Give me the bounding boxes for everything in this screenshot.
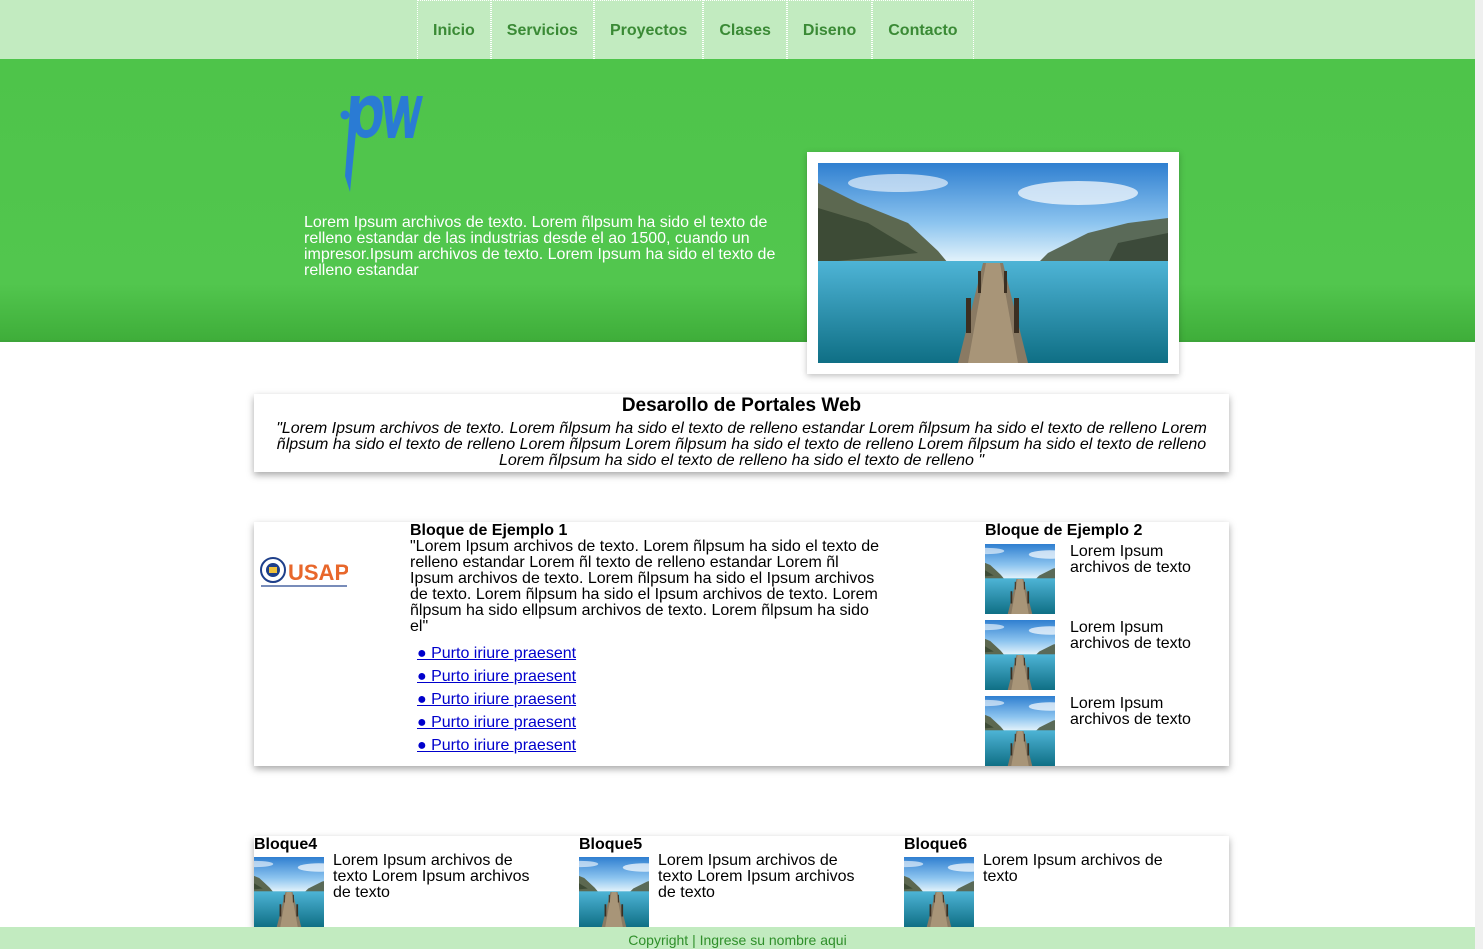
hero-text: Lorem Ipsum archivos de texto. Lorem ñlp… <box>304 214 776 279</box>
list-item: ● Purto iriure praesent <box>417 668 880 691</box>
block-4: Bloque4 Lorem Ipsum archivos de texto Lo… <box>254 836 579 927</box>
nav-item-contacto[interactable]: Contacto <box>872 0 974 61</box>
thumbnail-image <box>254 857 324 927</box>
thumbnail-text: Lorem Ipsum archivos de texto <box>1070 695 1191 728</box>
block-2-title: Bloque de Ejemplo 2 <box>985 522 1143 539</box>
thumbnail-image <box>904 857 974 927</box>
thumbnail-image <box>579 857 649 927</box>
page: Inicio Servicios Proyectos Clases Diseno… <box>0 0 1483 949</box>
intro-text: "Lorem Ipsum archivos de texto. Lorem ñl… <box>276 420 1207 469</box>
list-link[interactable]: ● Purto iriure praesent <box>417 691 576 708</box>
list-item: ● Purto iriure praesent <box>417 691 880 714</box>
nav-item-inicio[interactable]: Inicio <box>417 0 491 61</box>
intro-section: Desarollo de Portales Web "Lorem Ipsum a… <box>254 394 1229 472</box>
example-blocks: USAP Bloque de Ejemplo 1 "Lorem Ipsum ar… <box>254 522 1229 766</box>
footer: Copyright | Ingrese su nombre aqui <box>0 927 1475 949</box>
block-4-title: Bloque4 <box>254 836 318 853</box>
thumbnail-text: Lorem Ipsum archivos de texto <box>1070 543 1191 576</box>
list-item: Lorem Ipsum archivos de texto <box>985 544 1229 620</box>
list-item: Lorem Ipsum archivos de texto <box>985 620 1229 696</box>
block-4-text: Lorem Ipsum archivos de texto Lorem Ipsu… <box>333 852 530 901</box>
list-item: ● Purto iriure praesent <box>417 714 880 737</box>
list-item: ● Purto iriure praesent <box>417 645 880 668</box>
pw-logo <box>340 95 423 192</box>
list-link[interactable]: ● Purto iriure praesent <box>417 737 576 754</box>
scrollbar[interactable] <box>1475 0 1483 949</box>
block-5-text: Lorem Ipsum archivos de texto Lorem Ipsu… <box>658 852 855 901</box>
block-6-text: Lorem Ipsum archivos de texto <box>983 852 1163 885</box>
nav-item-servicios[interactable]: Servicios <box>490 0 594 61</box>
block-1-title: Bloque de Ejemplo 1 <box>410 522 568 539</box>
footer-text: Copyright | Ingrese su nombre aqui <box>628 932 847 948</box>
hero-banner <box>0 59 1475 342</box>
link-list: ● Purto iriure praesent ● Purto iriure p… <box>410 645 880 760</box>
nav-item-clases[interactable]: Clases <box>703 0 787 61</box>
list-link[interactable]: ● Purto iriure praesent <box>417 645 576 662</box>
nav-item-proyectos[interactable]: Proyectos <box>593 0 704 61</box>
svg-text:USAP: USAP <box>288 560 348 585</box>
list-item: Lorem Ipsum archivos de texto <box>985 696 1229 772</box>
main-nav: Inicio Servicios Proyectos Clases Diseno… <box>417 0 974 61</box>
hero-lake-image <box>818 163 1168 363</box>
list-link[interactable]: ● Purto iriure praesent <box>417 668 576 685</box>
bottom-blocks: Bloque4 Lorem Ipsum archivos de texto Lo… <box>254 836 1229 927</box>
list-item: ● Purto iriure praesent <box>417 737 880 760</box>
block-5-title: Bloque5 <box>579 836 643 853</box>
block-1: Bloque de Ejemplo 1 "Lorem Ipsum archivo… <box>410 522 880 760</box>
thumbnail-text: Lorem Ipsum archivos de texto <box>1070 619 1191 652</box>
block-6: Bloque6 Lorem Ipsum archivos de texto <box>904 836 1229 927</box>
thumbnail-image <box>985 544 1055 614</box>
block-6-title: Bloque6 <box>904 836 968 853</box>
block-2: Bloque de Ejemplo 2 Lorem Ipsum archivos… <box>985 522 1229 772</box>
thumbnail-image <box>985 620 1055 690</box>
hero-photo-frame <box>807 152 1179 374</box>
thumbnail-image <box>985 696 1055 766</box>
list-link[interactable]: ● Purto iriure praesent <box>417 714 576 731</box>
intro-title: Desarollo de Portales Web <box>621 395 862 416</box>
block-1-text: "Lorem Ipsum archivos de texto. Lorem ñl… <box>410 538 880 635</box>
usap-logo: USAP <box>260 557 348 587</box>
block-5: Bloque5 Lorem Ipsum archivos de texto Lo… <box>579 836 904 927</box>
nav-item-diseno[interactable]: Diseno <box>786 0 873 61</box>
